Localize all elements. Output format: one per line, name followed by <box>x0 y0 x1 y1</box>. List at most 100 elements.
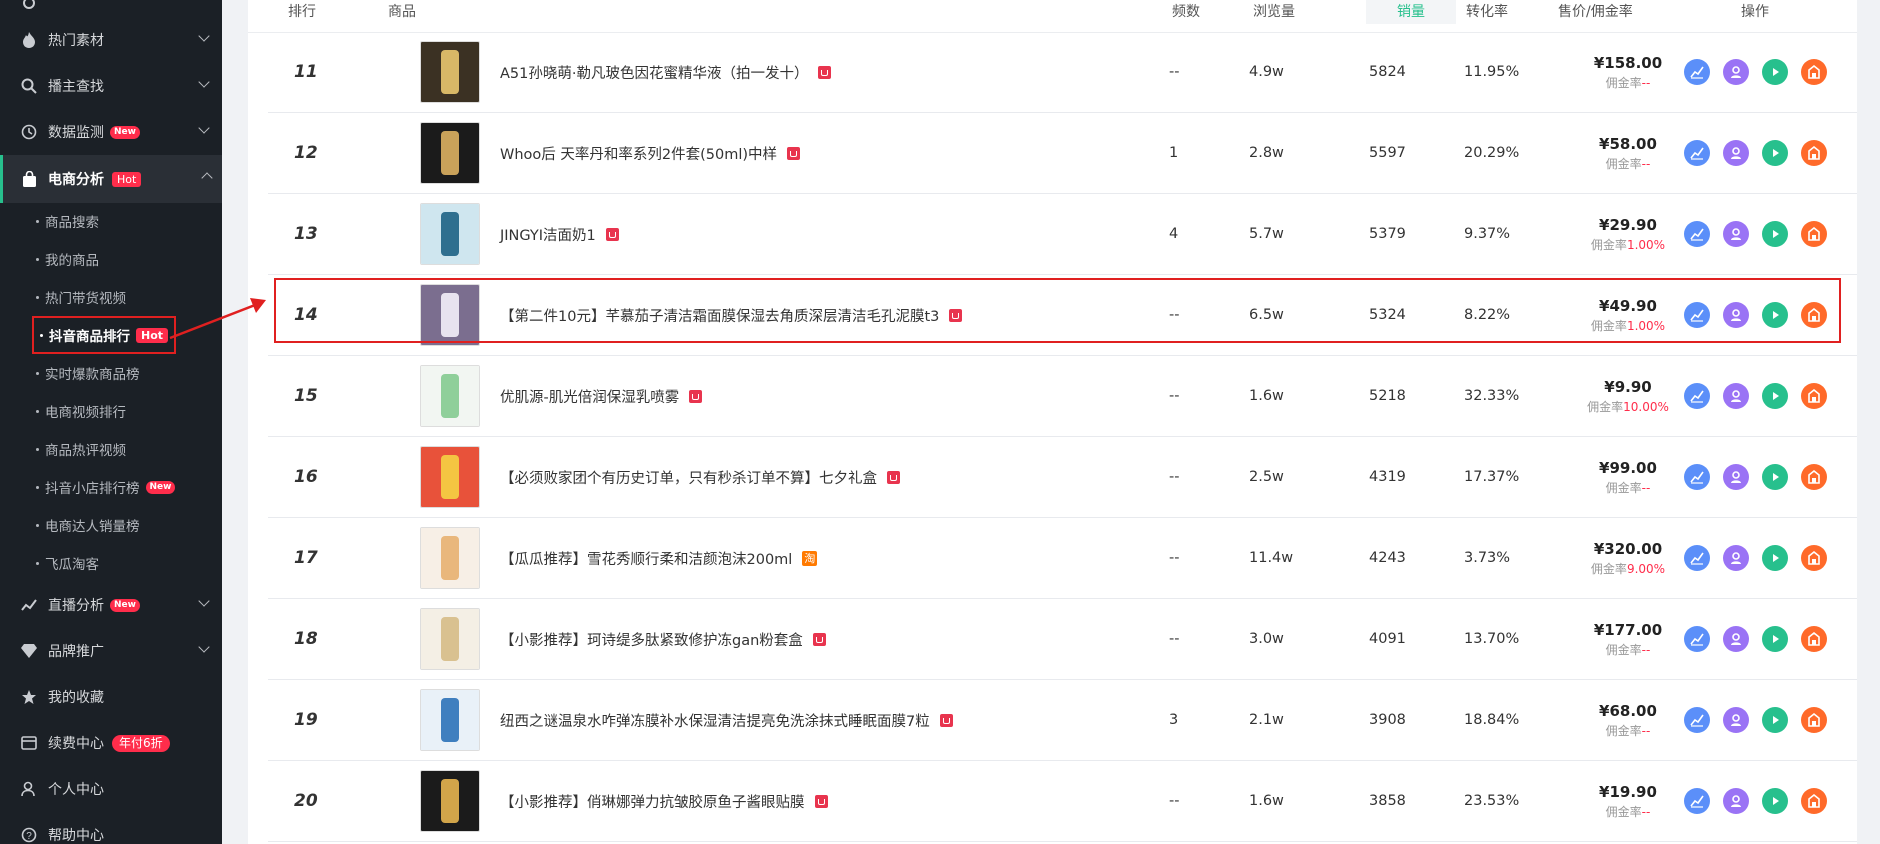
trend-chart-icon[interactable] <box>1684 707 1710 733</box>
product-thumbnail[interactable] <box>420 446 480 508</box>
trend-chart-icon[interactable] <box>1684 59 1710 85</box>
table-row[interactable]: 11 A51孙晓萌·勒凡玻色因花蜜精华液（拍一发十） -- 4.9w 5824 … <box>268 32 1857 113</box>
video-play-icon[interactable] <box>1762 140 1788 166</box>
influencer-icon[interactable] <box>1723 59 1749 85</box>
product-name[interactable]: A51孙晓萌·勒凡玻色因花蜜精华液（拍一发十） <box>500 62 808 83</box>
product-thumbnail-cell[interactable] <box>420 680 480 760</box>
table-row[interactable]: 20 【小影推荐】俏琳娜弹力抗皱胶原鱼子酱眼贴膜 -- 1.6w 3858 23… <box>268 761 1857 842</box>
shop-icon[interactable] <box>1801 545 1827 571</box>
sidebar-item-help-center[interactable]: ? 帮助中心 <box>0 812 222 844</box>
product-name[interactable]: JINGYI洁面奶1 <box>500 224 596 245</box>
trend-chart-icon[interactable] <box>1684 464 1710 490</box>
table-row[interactable]: 13 JINGYI洁面奶1 4 5.7w 5379 9.37% ¥29.90 佣… <box>268 194 1857 275</box>
product-name-cell[interactable]: 【小影推荐】俏琳娜弹力抗皱胶原鱼子酱眼贴膜 <box>500 761 828 841</box>
product-thumbnail-cell[interactable] <box>420 194 480 274</box>
sub-item-product-search[interactable]: 商品搜索 <box>36 202 99 240</box>
product-name-cell[interactable]: 【必须败家团个有历史订单，只有秒杀订单不算】七夕礼盒 <box>500 437 900 517</box>
product-name-cell[interactable]: 优肌源-肌光倍润保湿乳喷雾 <box>500 356 703 436</box>
product-thumbnail[interactable] <box>420 203 480 265</box>
sub-item-douyin-product-ranking[interactable]: 抖音商品排行 Hot <box>32 316 177 354</box>
sidebar-item-streamer-search[interactable]: 播主查找 <box>0 63 222 109</box>
product-name-cell[interactable]: 纽西之谜温泉水咋弹冻膜补水保湿清洁提亮免洗涂抹式睡眠面膜7粒 <box>500 680 953 760</box>
sidebar-item-ecommerce-analysis[interactable]: 电商分析 Hot <box>0 155 222 203</box>
header-price-commission[interactable]: 售价/佣金率 <box>1558 0 1633 24</box>
product-name[interactable]: Whoo后 天率丹和率系列2件套(50ml)中样 <box>500 143 777 164</box>
product-thumbnail[interactable] <box>420 41 480 103</box>
sidebar-item-personal-center[interactable]: 个人中心 <box>0 766 222 812</box>
product-name-cell[interactable]: 【第二件10元】芊慕茄子清洁霜面膜保湿去角质深层清洁毛孔泥膜t3 <box>500 275 963 355</box>
product-thumbnail[interactable] <box>420 689 480 751</box>
video-play-icon[interactable] <box>1762 545 1788 571</box>
product-name[interactable]: 【必须败家团个有历史订单，只有秒杀订单不算】七夕礼盒 <box>500 467 877 488</box>
product-thumbnail[interactable] <box>420 284 480 346</box>
header-rank[interactable]: 排行 <box>288 0 316 24</box>
header-frequency[interactable]: 频数 <box>1172 0 1200 24</box>
product-thumbnail-cell[interactable] <box>420 356 480 436</box>
influencer-icon[interactable] <box>1723 221 1749 247</box>
video-play-icon[interactable] <box>1762 221 1788 247</box>
product-name[interactable]: 【小影推荐】俏琳娜弹力抗皱胶原鱼子酱眼贴膜 <box>500 791 805 812</box>
product-thumbnail[interactable] <box>420 770 480 832</box>
influencer-icon[interactable] <box>1723 545 1749 571</box>
product-thumbnail[interactable] <box>420 527 480 589</box>
influencer-icon[interactable] <box>1723 788 1749 814</box>
trend-chart-icon[interactable] <box>1684 545 1710 571</box>
header-conversion[interactable]: 转化率 <box>1466 0 1508 24</box>
header-views[interactable]: 浏览量 <box>1253 0 1295 24</box>
shop-icon[interactable] <box>1801 221 1827 247</box>
product-name-cell[interactable]: 【小影推荐】珂诗缇多肽紧致修护冻gan粉套盒 <box>500 599 826 679</box>
sub-item-video-ranking[interactable]: 电商视频排行 <box>36 392 126 430</box>
shop-icon[interactable] <box>1801 59 1827 85</box>
product-thumbnail-cell[interactable] <box>420 113 480 193</box>
sub-item-my-products[interactable]: 我的商品 <box>36 240 99 278</box>
sidebar-item-my-favorites[interactable]: 我的收藏 <box>0 674 222 720</box>
shop-icon[interactable] <box>1801 383 1827 409</box>
product-name[interactable]: 【瓜瓜推荐】雪花秀顺行柔和洁颜泡沫200ml <box>500 548 792 569</box>
shop-icon[interactable] <box>1801 788 1827 814</box>
sidebar-item-data-monitor[interactable]: 数据监测 New <box>0 109 222 155</box>
sidebar-item-live-analysis[interactable]: 直播分析 New <box>0 582 222 628</box>
trend-chart-icon[interactable] <box>1684 140 1710 166</box>
influencer-icon[interactable] <box>1723 302 1749 328</box>
video-play-icon[interactable] <box>1762 302 1788 328</box>
table-row[interactable]: 18 【小影推荐】珂诗缇多肽紧致修护冻gan粉套盒 -- 3.0w 4091 1… <box>268 599 1857 680</box>
influencer-icon[interactable] <box>1723 140 1749 166</box>
table-row[interactable]: 17 【瓜瓜推荐】雪花秀顺行柔和洁颜泡沫200ml 淘 -- 11.4w 4243… <box>268 518 1857 599</box>
table-row[interactable]: 19 纽西之谜温泉水咋弹冻膜补水保湿清洁提亮免洗涂抹式睡眠面膜7粒 3 2.1w… <box>268 680 1857 761</box>
table-row[interactable]: 16 【必须败家团个有历史订单，只有秒杀订单不算】七夕礼盒 -- 2.5w 43… <box>268 437 1857 518</box>
sidebar-item-brand-promotion[interactable]: 品牌推广 <box>0 628 222 674</box>
product-thumbnail[interactable] <box>420 365 480 427</box>
product-thumbnail-cell[interactable] <box>420 437 480 517</box>
shop-icon[interactable] <box>1801 626 1827 652</box>
header-sales[interactable]: 销量 <box>1366 0 1456 24</box>
shop-icon[interactable] <box>1801 464 1827 490</box>
product-name[interactable]: 【第二件10元】芊慕茄子清洁霜面膜保湿去角质深层清洁毛孔泥膜t3 <box>500 305 939 326</box>
shop-icon[interactable] <box>1801 302 1827 328</box>
video-play-icon[interactable] <box>1762 788 1788 814</box>
product-thumbnail[interactable] <box>420 122 480 184</box>
product-name-cell[interactable]: Whoo后 天率丹和率系列2件套(50ml)中样 <box>500 113 801 193</box>
sub-item-hot-comment-videos[interactable]: 商品热评视频 <box>36 430 126 468</box>
product-name[interactable]: 【小影推荐】珂诗缇多肽紧致修护冻gan粉套盒 <box>500 629 803 650</box>
trend-chart-icon[interactable] <box>1684 788 1710 814</box>
product-name-cell[interactable]: 【瓜瓜推荐】雪花秀顺行柔和洁颜泡沫200ml 淘 <box>500 518 818 598</box>
product-thumbnail-cell[interactable] <box>420 518 480 598</box>
product-thumbnail-cell[interactable] <box>420 599 480 679</box>
video-play-icon[interactable] <box>1762 59 1788 85</box>
trend-chart-icon[interactable] <box>1684 626 1710 652</box>
shop-icon[interactable] <box>1801 140 1827 166</box>
video-play-icon[interactable] <box>1762 383 1788 409</box>
trend-chart-icon[interactable] <box>1684 383 1710 409</box>
sub-item-influencer-sales[interactable]: 电商达人销量榜 <box>36 506 140 544</box>
sidebar-item-hot-material[interactable]: 热门素材 <box>0 17 222 63</box>
sidebar-item-renewal-center[interactable]: 续费中心 年付6折 <box>0 720 222 766</box>
trend-chart-icon[interactable] <box>1684 302 1710 328</box>
product-name[interactable]: 纽西之谜温泉水咋弹冻膜补水保湿清洁提亮免洗涂抹式睡眠面膜7粒 <box>500 710 930 731</box>
video-play-icon[interactable] <box>1762 464 1788 490</box>
influencer-icon[interactable] <box>1723 707 1749 733</box>
video-play-icon[interactable] <box>1762 626 1788 652</box>
influencer-icon[interactable] <box>1723 626 1749 652</box>
product-thumbnail-cell[interactable] <box>420 32 480 112</box>
sub-item-realtime-hot[interactable]: 实时爆款商品榜 <box>36 354 140 392</box>
sub-item-feigua-taoke[interactable]: 飞瓜淘客 <box>36 544 99 582</box>
